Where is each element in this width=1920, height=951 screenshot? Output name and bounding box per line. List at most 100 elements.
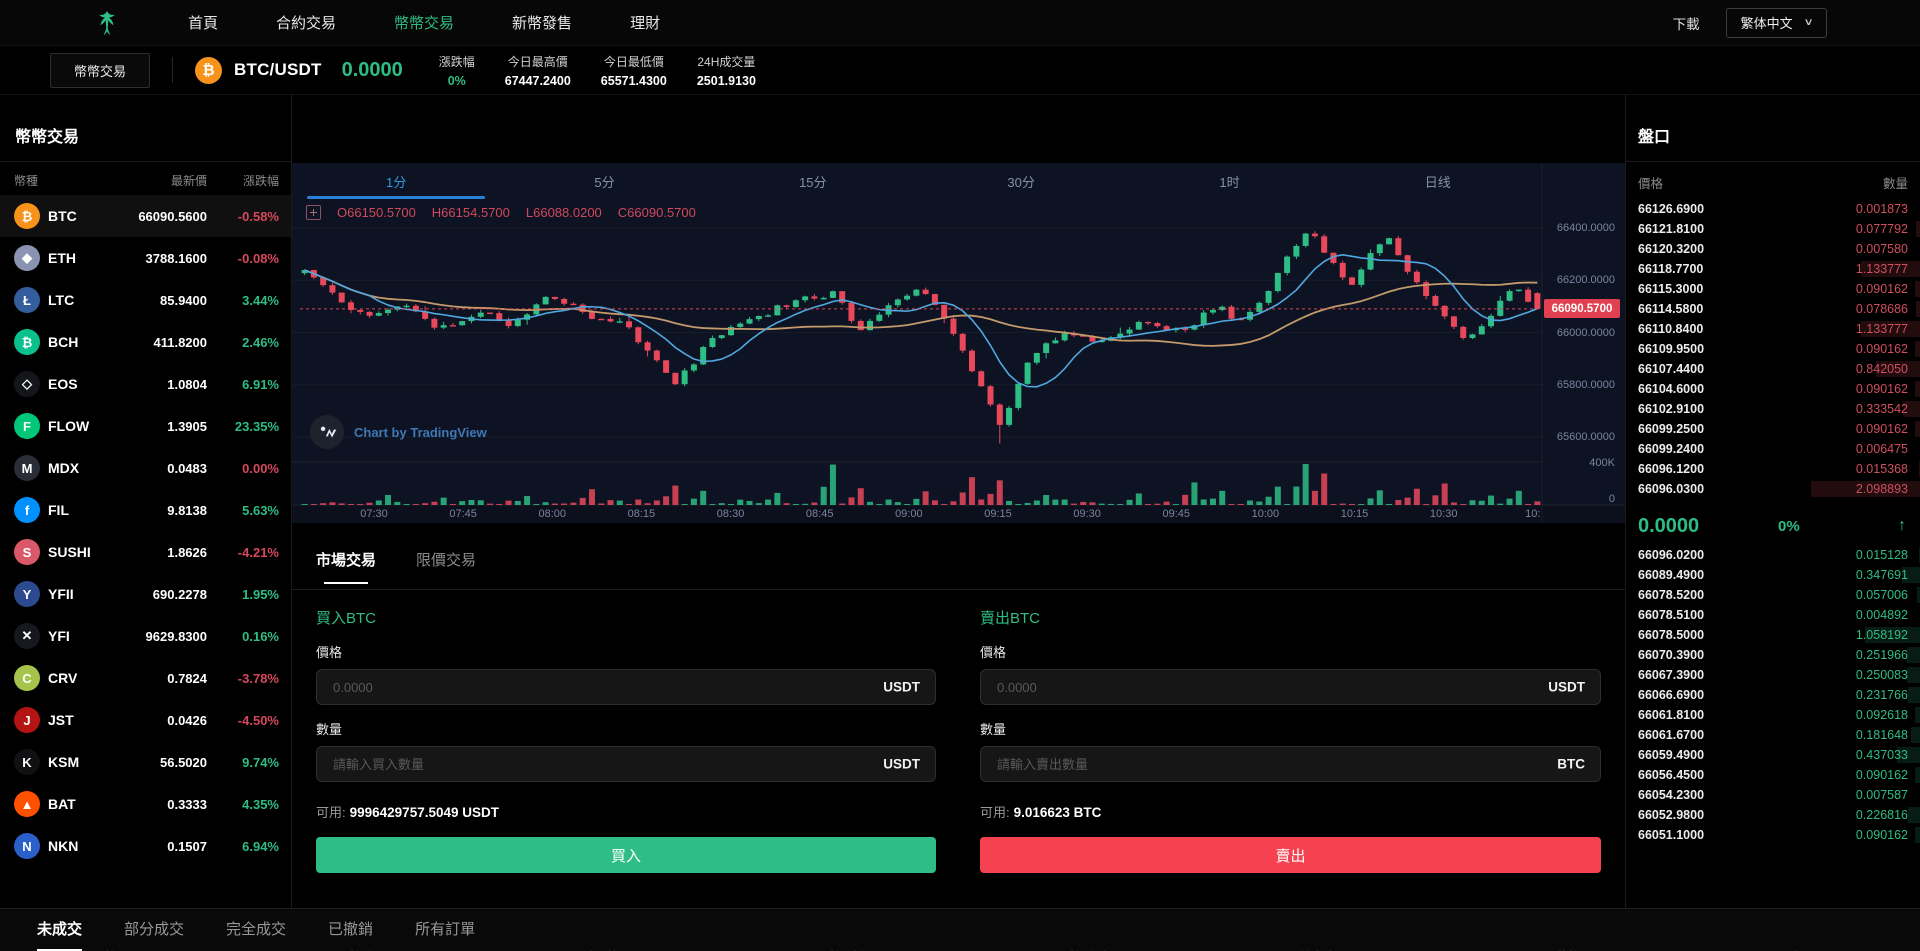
- timeframe-tab-30分[interactable]: 30分: [917, 163, 1125, 199]
- trade-tab-市場交易[interactable]: 市場交易: [316, 549, 376, 584]
- coin-row-yfi[interactable]: ✕ YFI 9629.8300 0.16%: [0, 615, 291, 657]
- coin-row-sushi[interactable]: S SUSHI 1.8626 -4.21%: [0, 531, 291, 573]
- orders-tab-完全成交[interactable]: 完全成交: [226, 918, 286, 951]
- trade-tab-限價交易[interactable]: 限價交易: [416, 549, 476, 584]
- ask-row[interactable]: 66096.0300 2.098893: [1626, 479, 1920, 499]
- ohlc-value: O66150.5700: [337, 205, 416, 220]
- bid-row[interactable]: 66056.4500 0.090162: [1626, 765, 1920, 785]
- ask-row[interactable]: 66102.9100 0.333542: [1626, 399, 1920, 419]
- timeframe-tab-15分[interactable]: 15分: [709, 163, 917, 199]
- bid-row[interactable]: 66078.5200 0.057006: [1626, 585, 1920, 605]
- bid-row[interactable]: 66051.1000 0.090162: [1626, 825, 1920, 845]
- timeframe-tab-1时[interactable]: 1时: [1125, 163, 1333, 199]
- coin-row-bch[interactable]: ₿ BCH 411.8200 2.46%: [0, 321, 291, 363]
- chart-panel[interactable]: 1分 5分 15分 30分 1时 日线 O66150.5700 H66154.5700 L66…: [292, 163, 1625, 523]
- nav-item-理財[interactable]: 理財: [630, 12, 660, 33]
- nav-item-新幣發售[interactable]: 新幣發售: [512, 12, 572, 33]
- ask-row[interactable]: 66120.3200 0.007580: [1626, 239, 1920, 259]
- bid-row[interactable]: 66054.2300 0.007587: [1626, 785, 1920, 805]
- bat-coin-icon: ▲: [14, 791, 40, 817]
- crv-coin-icon: C: [14, 665, 40, 691]
- bid-row[interactable]: 66067.3900 0.250083: [1626, 665, 1920, 685]
- ask-row[interactable]: 66104.6000 0.090162: [1626, 379, 1920, 399]
- orders-tab-所有訂單[interactable]: 所有訂單: [415, 918, 475, 951]
- timeframe-tab-日线[interactable]: 日线: [1334, 163, 1542, 199]
- timeframe-tab-5分[interactable]: 5分: [500, 163, 708, 199]
- sell-form: 賣出BTC 價格 USDT 數量 BTC 可用:9.016623 BTC 賣出: [980, 589, 1601, 873]
- chevron-down-icon: ∨: [1803, 17, 1814, 28]
- buy-price-label: 價格: [316, 645, 343, 660]
- ask-row[interactable]: 66121.8100 0.077792: [1626, 219, 1920, 239]
- ask-row[interactable]: 66107.4400 0.842050: [1626, 359, 1920, 379]
- buy-title: 買入BTC: [316, 610, 377, 627]
- language-selector[interactable]: 繁体中文 ∨: [1725, 7, 1827, 38]
- sell-button[interactable]: 賣出: [980, 837, 1601, 873]
- orders-tab-已撤銷[interactable]: 已撤銷: [328, 918, 373, 951]
- ask-row[interactable]: 66110.8400 1.133777: [1626, 319, 1920, 339]
- coin-list-title: 幣幣交易: [15, 129, 80, 146]
- download-link[interactable]: 下載: [1673, 13, 1700, 33]
- buy-amount-input[interactable]: [316, 746, 936, 782]
- ticker-stats: 漲跌幅 0% 今日最高價 67447.2400 今日最低價 65571.4300 24H成交…: [439, 53, 756, 88]
- maximize-icon[interactable]: [306, 205, 321, 220]
- bid-row[interactable]: 66052.9800 0.226816: [1626, 805, 1920, 825]
- ask-row[interactable]: 66099.2500 0.090162: [1626, 419, 1920, 439]
- coin-row-bat[interactable]: ▲ BAT 0.3333 4.35%: [0, 783, 291, 825]
- ask-row[interactable]: 66115.3000 0.090162: [1626, 279, 1920, 299]
- coin-row-crv[interactable]: C CRV 0.7824 -3.78%: [0, 657, 291, 699]
- bch-coin-icon: ₿: [14, 329, 40, 355]
- nav-item-幣幣交易[interactable]: 幣幣交易: [394, 12, 454, 33]
- sell-available-value: 9.016623 BTC: [1013, 805, 1102, 820]
- stat-今日最低價: 今日最低價 65571.4300: [600, 54, 667, 88]
- timeframe-tab-1分[interactable]: 1分: [292, 163, 500, 199]
- coin-row-nkn[interactable]: N NKN 0.1507 6.94%: [0, 825, 291, 867]
- ask-row[interactable]: 66109.9500 0.090162: [1626, 339, 1920, 359]
- orders-tab-未成交[interactable]: 未成交: [37, 918, 83, 951]
- divider: [172, 57, 174, 83]
- phoenix-logo-icon[interactable]: [92, 8, 122, 38]
- coin-row-fil[interactable]: f FIL 9.8138 5.63%: [0, 489, 291, 531]
- bid-row[interactable]: 66070.3900 0.251966: [1626, 645, 1920, 665]
- ask-row[interactable]: 66126.6900 0.001873: [1626, 199, 1920, 219]
- coin-row-ksm[interactable]: K KSM 56.5020 9.74%: [0, 741, 291, 783]
- coin-row-btc[interactable]: ₿ BTC 66090.5600 -0.58%: [0, 195, 291, 237]
- stat-漲跌幅: 漲跌幅 0%: [438, 54, 475, 88]
- time-axis-label: 10:30: [1429, 508, 1458, 520]
- bid-row[interactable]: 66066.6900 0.231766: [1626, 685, 1920, 705]
- bid-row[interactable]: 66061.8100 0.092618: [1626, 705, 1920, 725]
- ask-row[interactable]: 66096.1200 0.015368: [1626, 459, 1920, 479]
- coin-row-jst[interactable]: J JST 0.0426 -4.50%: [0, 699, 291, 741]
- orders-tab-部分成交[interactable]: 部分成交: [124, 918, 184, 951]
- yfi-coin-icon: ✕: [14, 623, 40, 649]
- buy-button[interactable]: 買入: [316, 837, 936, 873]
- coin-row-ltc[interactable]: Ł LTC 85.9400 3.44%: [0, 279, 291, 321]
- coin-row-eth[interactable]: ◆ ETH 3788.1600 -0.08%: [0, 237, 291, 279]
- bid-row[interactable]: 66061.6700 0.181648: [1626, 725, 1920, 745]
- order-book-headers: 價格 數量: [1638, 173, 1908, 192]
- nav-item-首頁[interactable]: 首頁: [188, 12, 218, 33]
- bid-row[interactable]: 66078.5100 0.004892: [1626, 605, 1920, 625]
- buy-available-value: 9996429757.5049 USDT: [349, 805, 499, 820]
- spot-market-button[interactable]: 幣幣交易: [50, 52, 151, 88]
- current-price: 0.0000: [341, 58, 403, 81]
- bid-row[interactable]: 66089.4900 0.347691: [1626, 565, 1920, 585]
- time-axis-label: 09:15: [984, 508, 1012, 520]
- tradingview-attribution[interactable]: Chart by TradingView: [310, 415, 487, 449]
- bid-row[interactable]: 66059.4900 0.437033: [1626, 745, 1920, 765]
- coin-row-flow[interactable]: F FLOW 1.3905 23.35%: [0, 405, 291, 447]
- coin-row-eos[interactable]: ◇ EOS 1.0804 6.91%: [0, 363, 291, 405]
- ask-row[interactable]: 66099.2400 0.006475: [1626, 439, 1920, 459]
- ask-row[interactable]: 66114.5800 0.078686: [1626, 299, 1920, 319]
- nav-item-合約交易[interactable]: 合約交易: [276, 12, 336, 33]
- sell-amount-input[interactable]: [980, 746, 1601, 782]
- sell-price-input[interactable]: [980, 669, 1601, 705]
- bid-row[interactable]: 66078.5000 1.058192: [1626, 625, 1920, 645]
- coin-row-yfii[interactable]: Y YFII 690.2278 1.95%: [0, 573, 291, 615]
- buy-price-input[interactable]: [316, 669, 936, 705]
- divider: [1626, 161, 1920, 162]
- ask-row[interactable]: 66118.7700 1.133777: [1626, 259, 1920, 279]
- header-price: 價格: [1638, 177, 1664, 191]
- ohlc-value: C66090.5700: [617, 205, 696, 220]
- bid-row[interactable]: 66096.0200 0.015128: [1626, 545, 1920, 565]
- coin-row-mdx[interactable]: M MDX 0.0483 0.00%: [0, 447, 291, 489]
